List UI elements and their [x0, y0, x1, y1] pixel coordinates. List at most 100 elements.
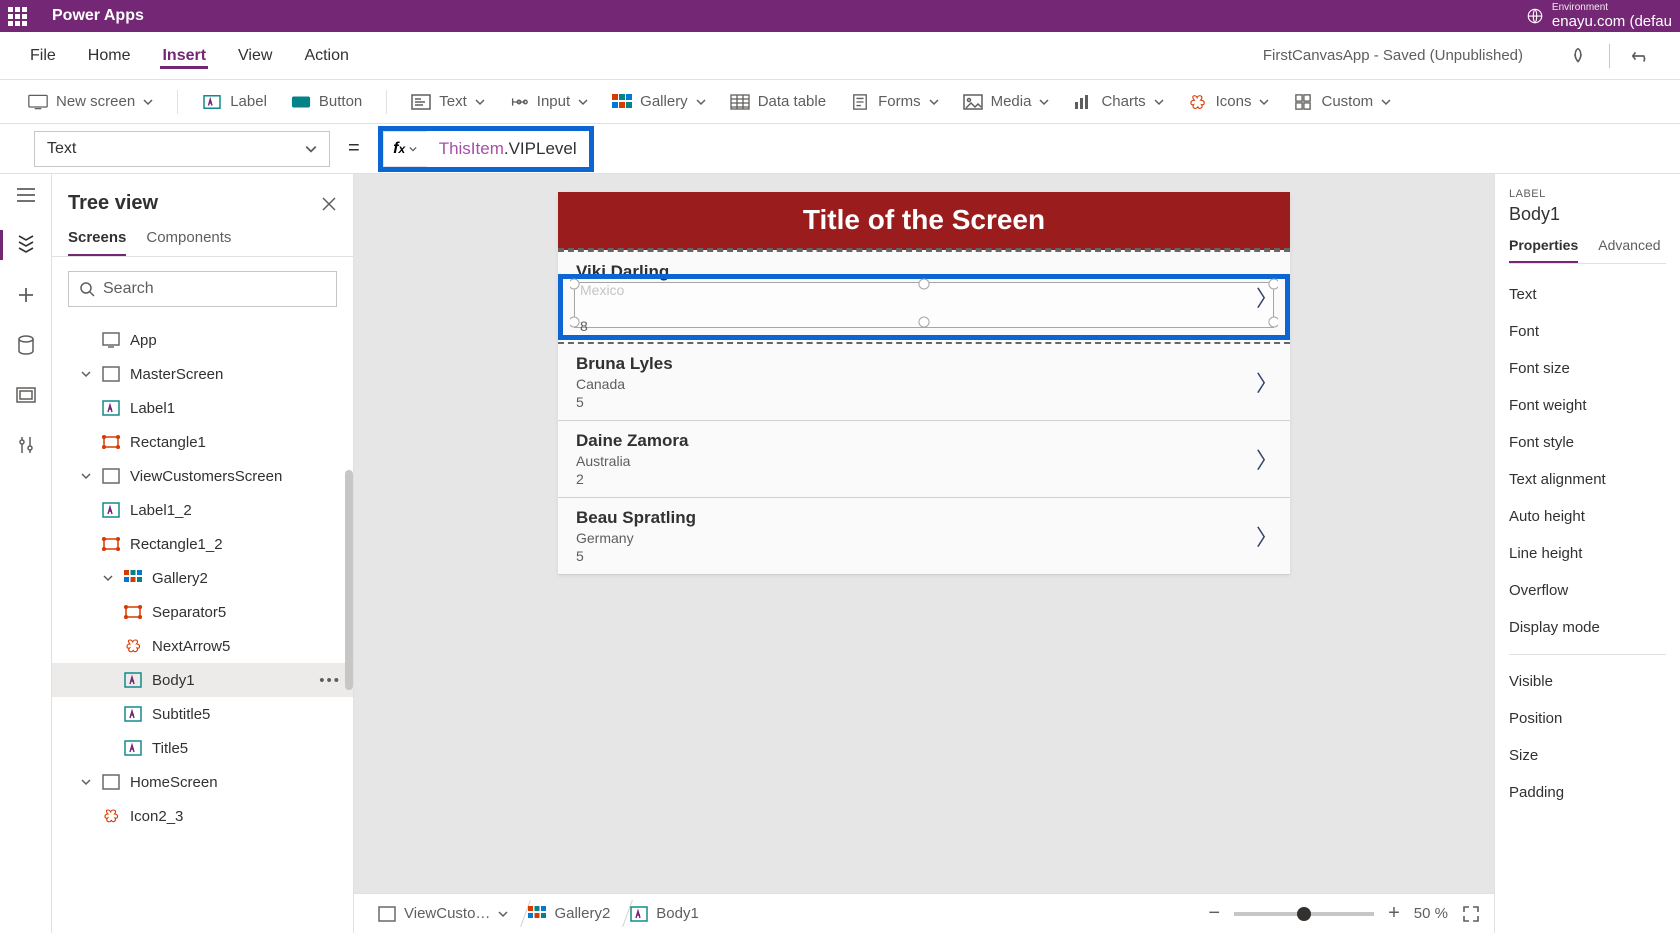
text-icon: [411, 94, 431, 110]
gallery-row[interactable]: Bruna LylesCanada5〉: [558, 344, 1290, 421]
media-rail-icon[interactable]: [15, 384, 37, 406]
chevron-right-icon[interactable]: 〉: [1256, 281, 1278, 313]
chevron-down-icon: [80, 471, 92, 481]
property-position[interactable]: Position: [1509, 700, 1666, 737]
property-visible[interactable]: Visible: [1509, 663, 1666, 700]
tree-item-app[interactable]: App: [52, 323, 353, 357]
tree-item-gallery2[interactable]: Gallery2: [52, 561, 353, 595]
media-button[interactable]: Media: [963, 93, 1050, 110]
property-text[interactable]: Text: [1509, 276, 1666, 313]
zoom-in-button[interactable]: +: [1388, 902, 1400, 925]
divider: [1509, 654, 1666, 655]
zoom-slider[interactable]: [1234, 912, 1374, 916]
undo-icon[interactable]: [1630, 45, 1652, 67]
tree-item-body1[interactable]: Body1•••: [52, 663, 353, 697]
formula-input[interactable]: ThisItem.VIPLevel: [427, 131, 589, 167]
property-font-style[interactable]: Font style: [1509, 424, 1666, 461]
fx-button[interactable]: fx: [383, 131, 427, 167]
app-name: Power Apps: [52, 7, 144, 25]
search-input[interactable]: Search: [68, 271, 337, 307]
row-sub: Germany: [576, 530, 1272, 546]
tree-item-nextarrow5[interactable]: NextArrow5: [52, 629, 353, 663]
menu-home[interactable]: Home: [86, 43, 133, 69]
equals-sign: =: [342, 137, 366, 160]
tree-panel: Tree view Screens Components Search AppM…: [52, 174, 354, 933]
button-button[interactable]: Button: [291, 93, 362, 110]
tree-item-label: Subtitle5: [152, 706, 210, 723]
tree-item-viewcustomersscreen[interactable]: ViewCustomersScreen: [52, 459, 353, 493]
property-size[interactable]: Size: [1509, 737, 1666, 774]
property-font[interactable]: Font: [1509, 313, 1666, 350]
row-name: Bruna Lyles: [576, 354, 1272, 374]
data-icon[interactable]: [15, 334, 37, 356]
data-table-button[interactable]: Data table: [730, 93, 826, 110]
tree-item-rectangle1[interactable]: Rectangle1: [52, 425, 353, 459]
tree-item-subtitle5[interactable]: Subtitle5: [52, 697, 353, 731]
property-selector[interactable]: Text: [34, 131, 330, 167]
fit-screen-icon[interactable]: [1462, 905, 1480, 923]
breadcrumb-item[interactable]: ViewCusto…: [368, 894, 518, 933]
tree-item-label: Label1: [130, 400, 175, 417]
gallery-row[interactable]: Beau SpratlingGermany5〉: [558, 498, 1290, 575]
menu-file[interactable]: File: [28, 43, 58, 69]
hamburger-icon[interactable]: [15, 184, 37, 206]
tree-item-separator5[interactable]: Separator5: [52, 595, 353, 629]
chevron-right-icon[interactable]: 〉: [1256, 443, 1278, 475]
property-font-weight[interactable]: Font weight: [1509, 387, 1666, 424]
app-checker-icon[interactable]: [1567, 45, 1589, 67]
gallery-button[interactable]: Gallery: [612, 93, 706, 110]
property-font-size[interactable]: Font size: [1509, 350, 1666, 387]
environment-picker[interactable]: Environment enayu.com (defau: [1526, 3, 1672, 30]
canvas-footer: ViewCusto…Gallery2Body1 − + 50 %: [354, 893, 1494, 933]
property-display-mode[interactable]: Display mode: [1509, 609, 1666, 646]
charts-button[interactable]: Charts: [1073, 93, 1163, 110]
tab-properties[interactable]: Properties: [1509, 237, 1578, 263]
waffle-icon[interactable]: [8, 4, 32, 28]
property-auto-height[interactable]: Auto height: [1509, 498, 1666, 535]
tree-item-label: Separator5: [152, 604, 226, 621]
zoom-out-button[interactable]: −: [1208, 902, 1220, 925]
tree-item-homescreen[interactable]: HomeScreen: [52, 765, 353, 799]
formula-rest[interactable]: [606, 131, 1662, 167]
tree-item-rectangle1-2[interactable]: Rectangle1_2: [52, 527, 353, 561]
tree-item-label: Icon2_3: [130, 808, 183, 825]
tree-item-label1[interactable]: Label1: [52, 391, 353, 425]
tree-item-title5[interactable]: Title5: [52, 731, 353, 765]
chevron-right-icon[interactable]: 〉: [1256, 520, 1278, 552]
advanced-tools-icon[interactable]: [15, 434, 37, 456]
tree-item-masterscreen[interactable]: MasterScreen: [52, 357, 353, 391]
menu-insert[interactable]: Insert: [160, 43, 208, 69]
tree: AppMasterScreen Label1 Rectangle1ViewCusto…: [52, 321, 353, 933]
new-screen-button[interactable]: New screen: [28, 93, 153, 110]
tab-components[interactable]: Components: [146, 229, 231, 256]
input-button[interactable]: Input: [509, 93, 588, 110]
close-icon[interactable]: [321, 196, 337, 212]
gallery-row[interactable]: Daine ZamoraAustralia2〉: [558, 421, 1290, 498]
icons-button[interactable]: Icons: [1188, 93, 1270, 110]
text-button[interactable]: Text: [411, 93, 485, 110]
tree-item-label1-2[interactable]: Label1_2: [52, 493, 353, 527]
tab-advanced[interactable]: Advanced: [1598, 237, 1660, 263]
property-padding[interactable]: Padding: [1509, 774, 1666, 811]
tab-screens[interactable]: Screens: [68, 229, 126, 256]
phone-canvas[interactable]: Title of the Screen Viki DarlingMexico8〉…: [558, 192, 1290, 575]
property-overflow[interactable]: Overflow: [1509, 572, 1666, 609]
property-text-alignment[interactable]: Text alignment: [1509, 461, 1666, 498]
breadcrumb-item[interactable]: Gallery2: [518, 894, 620, 933]
forms-button[interactable]: Forms: [850, 93, 939, 110]
custom-button[interactable]: Custom: [1293, 93, 1391, 110]
chevron-right-icon[interactable]: 〉: [1256, 366, 1278, 398]
chevron-down-icon: [498, 909, 508, 919]
label-button[interactable]: Label: [202, 93, 267, 110]
chevron-down-icon: [1154, 97, 1164, 107]
tree-item-icon2-3[interactable]: Icon2_3: [52, 799, 353, 833]
insert-icon[interactable]: [15, 284, 37, 306]
more-icon[interactable]: •••: [319, 672, 341, 689]
tree-view-icon[interactable]: [15, 234, 37, 256]
scrollbar[interactable]: [345, 470, 353, 690]
menu-view[interactable]: View: [236, 43, 274, 69]
breadcrumb-item[interactable]: Body1: [620, 894, 709, 933]
property-line-height[interactable]: Line height: [1509, 535, 1666, 572]
menu-action[interactable]: Action: [302, 43, 350, 69]
gallery-row[interactable]: Viki DarlingMexico8〉: [558, 250, 1290, 344]
